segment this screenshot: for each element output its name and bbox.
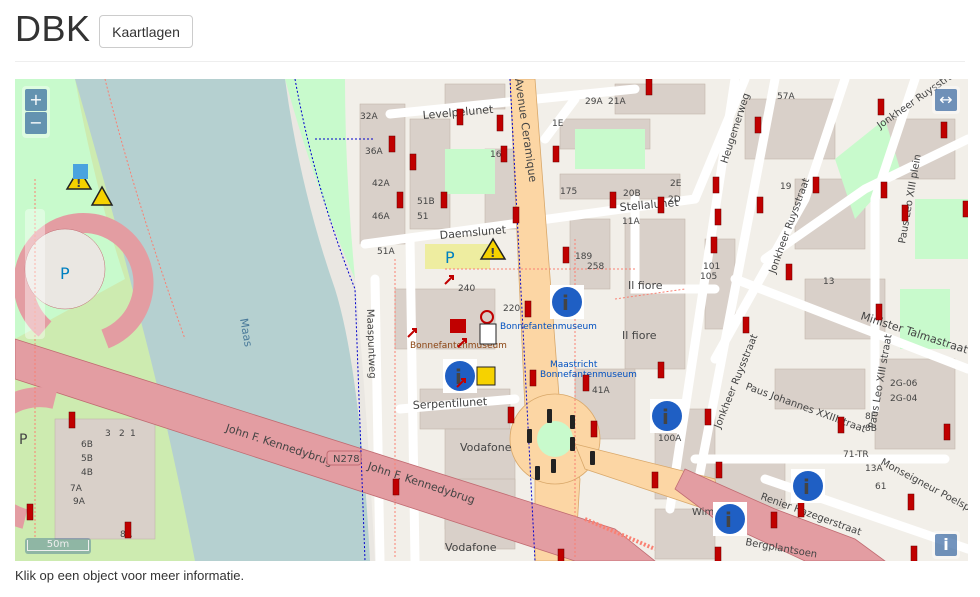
svg-text:189: 189 <box>575 252 592 262</box>
side-panel-handle[interactable] <box>25 209 45 339</box>
svg-text:20B: 20B <box>623 189 641 199</box>
n278-shield: N278 <box>326 450 362 466</box>
map-layers-button[interactable]: Kaartlagen <box>99 15 193 48</box>
svg-text:11A: 11A <box>622 217 640 227</box>
page-title: DBK <box>15 8 91 49</box>
svg-text:i: i <box>662 405 669 429</box>
svg-text:105: 105 <box>700 272 717 282</box>
svg-text:P: P <box>19 432 27 448</box>
svg-text:1E: 1E <box>552 119 564 129</box>
svg-text:3: 3 <box>105 429 111 439</box>
svg-text:8F: 8F <box>865 412 876 422</box>
svg-text:9A: 9A <box>73 497 86 507</box>
svg-text:101: 101 <box>703 262 720 272</box>
svg-text:51A: 51A <box>377 247 395 257</box>
svg-text:19: 19 <box>780 182 792 192</box>
map-canvas[interactable]: Levelpelunet Daemslunet Stellalunet Serp… <box>15 79 968 561</box>
label-parking-2: P <box>60 264 70 283</box>
label-vodafone-1: Vodafone <box>460 441 512 454</box>
svg-text:258: 258 <box>587 262 604 272</box>
footer-hint: Klik op een object voor meer informatie. <box>15 568 245 583</box>
label-museum-1: Bonnefantenmuseum <box>500 322 597 332</box>
label-maastricht: Maastricht <box>550 360 598 370</box>
zoom-in-button[interactable]: + <box>25 89 47 111</box>
svg-text:8B: 8B <box>865 424 877 434</box>
svg-text:i: i <box>803 475 810 499</box>
svg-text:13: 13 <box>823 277 834 287</box>
attribution-info-button[interactable]: i <box>935 534 957 556</box>
svg-text:2E: 2E <box>670 179 682 189</box>
svg-text:29A: 29A <box>585 97 603 107</box>
svg-text:2G-04: 2G-04 <box>890 394 918 404</box>
svg-text:32A: 32A <box>360 112 378 122</box>
svg-text:6B: 6B <box>81 440 93 450</box>
svg-text:21A: 21A <box>608 97 626 107</box>
svg-text:i: i <box>562 291 569 315</box>
svg-text:175: 175 <box>560 187 577 197</box>
svg-text:61: 61 <box>875 482 886 492</box>
svg-text:41A: 41A <box>592 386 610 396</box>
svg-text:4B: 4B <box>81 468 93 478</box>
svg-text:5B: 5B <box>81 454 93 464</box>
label-parking: P <box>445 248 455 267</box>
svg-text:240: 240 <box>458 284 475 294</box>
svg-text:2: 2 <box>119 429 125 439</box>
svg-text:46A: 46A <box>372 212 390 222</box>
svg-text:220: 220 <box>503 304 520 314</box>
label-il-fiore-1: Il fiore <box>628 279 663 292</box>
svg-text:57A: 57A <box>777 92 795 102</box>
label-wim: Wim <box>692 507 714 518</box>
svg-text:2G-06: 2G-06 <box>890 379 918 389</box>
svg-text:2D: 2D <box>668 195 681 205</box>
label-vodafone-2: Vodafone <box>445 541 497 554</box>
page-header: DBK Kaartlagen <box>0 0 980 62</box>
header-divider <box>15 61 965 62</box>
svg-text:51: 51 <box>417 212 428 222</box>
scale-label: 50m <box>27 540 89 551</box>
label-il-fiore-2: Il fiore <box>622 329 657 342</box>
map-viewport[interactable]: Levelpelunet Daemslunet Stellalunet Serp… <box>15 79 968 561</box>
svg-text:i: i <box>725 508 732 532</box>
svg-text:!: ! <box>490 246 495 260</box>
svg-text:36A: 36A <box>365 147 383 157</box>
svg-text:71-TR: 71-TR <box>843 450 869 460</box>
zoom-out-button[interactable]: − <box>25 112 47 134</box>
svg-text:100A: 100A <box>658 434 682 444</box>
fullscreen-icon[interactable]: ↔ <box>935 89 957 111</box>
svg-text:7A: 7A <box>70 484 83 494</box>
svg-text:N278: N278 <box>333 454 360 465</box>
svg-text:42A: 42A <box>372 179 390 189</box>
svg-text:13A: 13A <box>865 464 883 474</box>
scale-line: 50m <box>25 538 91 554</box>
svg-text:1: 1 <box>130 429 136 439</box>
svg-text:51B: 51B <box>417 197 435 207</box>
